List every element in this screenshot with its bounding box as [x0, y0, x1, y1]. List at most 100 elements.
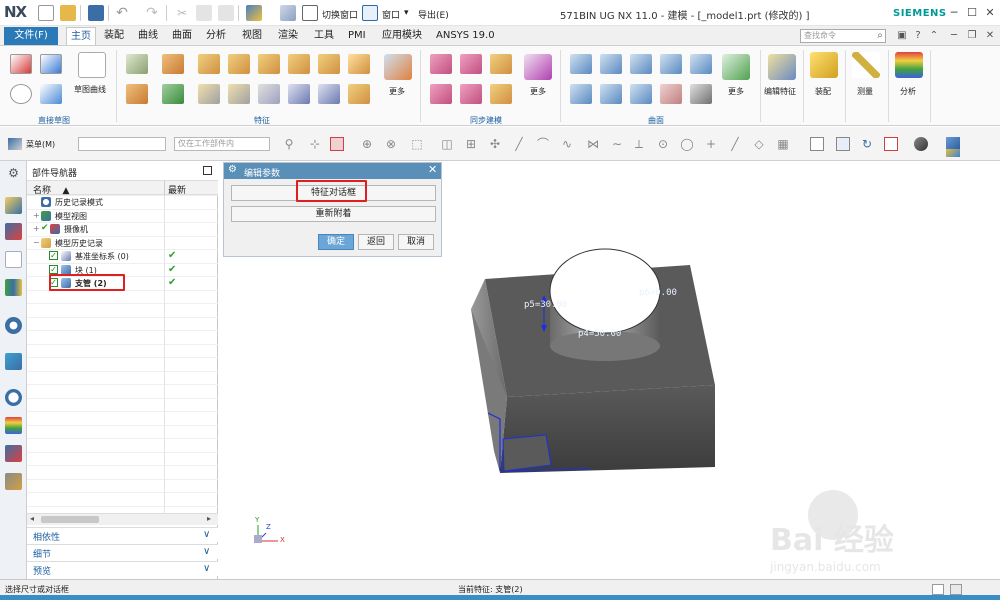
- type-filter-select[interactable]: [78, 137, 166, 151]
- surface-more-icon[interactable]: [722, 54, 750, 80]
- tab-view[interactable]: 视图: [238, 27, 266, 45]
- touch-mode-icon[interactable]: [280, 5, 296, 21]
- cut-icon[interactable]: ✂: [174, 5, 190, 21]
- orient-view-icon[interactable]: [884, 137, 898, 151]
- snap-intersect-icon[interactable]: ⋈: [586, 137, 600, 151]
- open-folder-icon[interactable]: [60, 5, 76, 21]
- shell-icon[interactable]: [348, 84, 370, 104]
- chamfer-icon[interactable]: [228, 84, 250, 104]
- minimize-icon[interactable]: ─: [945, 4, 963, 22]
- tab-render[interactable]: 渲染: [274, 27, 302, 45]
- visibility-checkbox[interactable]: ✓: [49, 251, 58, 260]
- rectangle-select-icon[interactable]: ⬚: [410, 137, 424, 151]
- assembly-navigator-icon[interactable]: [5, 197, 22, 214]
- dimension-p6[interactable]: p6=0.00: [639, 288, 677, 298]
- extrude-icon[interactable]: [126, 54, 148, 74]
- selection-scope-select[interactable]: 仅在工作部件内: [174, 137, 270, 151]
- window-icon[interactable]: [362, 5, 378, 21]
- menu-button[interactable]: 菜单(M): [26, 139, 55, 150]
- analysis-label[interactable]: 分析: [900, 86, 916, 97]
- roles-icon[interactable]: [5, 473, 22, 490]
- sync-more-label[interactable]: 更多: [530, 86, 546, 97]
- part-navigator-icon[interactable]: [5, 251, 22, 268]
- snap-point-icon[interactable]: ⊹: [308, 137, 322, 151]
- system-materials-icon[interactable]: [5, 417, 22, 434]
- feature-more-icon[interactable]: [384, 54, 412, 80]
- show-hide-icon[interactable]: [946, 149, 960, 157]
- close-icon[interactable]: ✕: [981, 4, 999, 22]
- snap-midpoint-icon[interactable]: ⊗: [384, 137, 398, 151]
- copy-icon[interactable]: [196, 5, 212, 21]
- snap-on-face-icon[interactable]: ◇: [752, 137, 766, 151]
- tab-assembly[interactable]: 装配: [100, 27, 128, 45]
- maximize-icon[interactable]: ☐: [963, 4, 981, 22]
- switch-window-icon[interactable]: [302, 5, 318, 21]
- redo-icon[interactable]: ↷: [144, 5, 160, 21]
- process-studio-icon[interactable]: [5, 445, 22, 462]
- measure-label[interactable]: 测量: [857, 86, 873, 97]
- save-icon[interactable]: [88, 5, 104, 21]
- panel-preview[interactable]: 预览 ∨: [27, 561, 218, 577]
- tree-row[interactable]: − 模型历史记录: [27, 237, 218, 250]
- reattach-button[interactable]: 重新附着: [231, 206, 436, 222]
- replace-face-icon[interactable]: [430, 84, 452, 104]
- snap-control-point-icon[interactable]: ✣: [488, 137, 502, 151]
- collapse-icon[interactable]: −: [33, 238, 40, 247]
- repeat-command-icon[interactable]: [246, 5, 262, 21]
- snap-grid-icon[interactable]: ⊞: [464, 137, 478, 151]
- tree-row[interactable]: ✓ 支管 (2) ✔: [27, 274, 218, 291]
- cancel-button[interactable]: 取消: [398, 234, 434, 250]
- horizontal-scrollbar[interactable]: ◂ ▸: [27, 513, 218, 525]
- new-file-icon[interactable]: [38, 5, 54, 21]
- doc-close-icon[interactable]: ✕: [984, 30, 996, 42]
- snap-on-curve-icon[interactable]: ╱: [728, 137, 742, 151]
- tab-ansys[interactable]: ANSYS 19.0: [432, 27, 499, 45]
- thicken-icon[interactable]: [690, 84, 712, 104]
- switch-window-label[interactable]: 切换窗口: [322, 8, 358, 21]
- window-menu[interactable]: 窗口: [382, 8, 400, 21]
- revolve-icon[interactable]: [162, 54, 184, 74]
- finish-sketch-icon[interactable]: [40, 54, 62, 74]
- subtract-icon[interactable]: [288, 84, 310, 104]
- visible-check-icon[interactable]: ✔: [41, 223, 49, 233]
- boss-icon[interactable]: [162, 84, 184, 104]
- doc-restore-icon[interactable]: ❐: [966, 30, 978, 42]
- tree-row[interactable]: 历史记录模式: [27, 196, 218, 209]
- through-curves-icon[interactable]: [570, 54, 592, 74]
- zoom-icon[interactable]: [836, 137, 850, 151]
- search-icon[interactable]: ⌕: [874, 30, 886, 42]
- n-sided-icon[interactable]: [570, 84, 592, 104]
- dimension-p4[interactable]: p4=50.00: [578, 329, 621, 339]
- tab-curve[interactable]: 曲线: [134, 27, 162, 45]
- reuse-library-icon[interactable]: [5, 279, 22, 296]
- status-fullscreen-icon[interactable]: [950, 584, 962, 595]
- fill-surface-icon[interactable]: [600, 84, 622, 104]
- swept-icon[interactable]: [660, 54, 682, 74]
- scroll-right-icon[interactable]: ▸: [207, 514, 211, 523]
- tab-pmi[interactable]: PMI: [344, 27, 370, 45]
- sync-more-icon[interactable]: [524, 54, 552, 80]
- tree-row[interactable]: + ✔ 摄像机: [27, 223, 218, 236]
- dimension-p5[interactable]: p5=30.00: [524, 300, 567, 310]
- tree-row[interactable]: + 模型视图: [27, 210, 218, 223]
- fit-view-icon[interactable]: [810, 137, 824, 151]
- sketch-profile[interactable]: [502, 434, 552, 472]
- snap-existing-point-icon[interactable]: +: [704, 137, 718, 151]
- export-menu[interactable]: 导出(E): [418, 8, 449, 21]
- ok-button[interactable]: 确定: [318, 234, 354, 250]
- analysis-icon[interactable]: [895, 52, 923, 78]
- snap-spline-icon[interactable]: ∿: [560, 137, 574, 151]
- paste-icon[interactable]: [218, 5, 234, 21]
- snap-bounded-grid-icon[interactable]: ▦: [776, 137, 790, 151]
- web-browser-icon[interactable]: [5, 353, 22, 370]
- block-icon[interactable]: [198, 54, 220, 74]
- back-button[interactable]: 返回: [358, 234, 394, 250]
- help-icon[interactable]: ?: [912, 30, 924, 42]
- selection-filter-icon[interactable]: ⚲: [282, 137, 296, 151]
- status-window-icon[interactable]: [932, 584, 944, 595]
- snap-curve-icon[interactable]: ⌒: [536, 137, 550, 151]
- draft-icon[interactable]: [258, 84, 280, 104]
- collapse-ribbon-icon[interactable]: ⌃: [928, 30, 940, 42]
- snap-endpoint-icon[interactable]: ⊕: [360, 137, 374, 151]
- extension-icon[interactable]: [660, 84, 682, 104]
